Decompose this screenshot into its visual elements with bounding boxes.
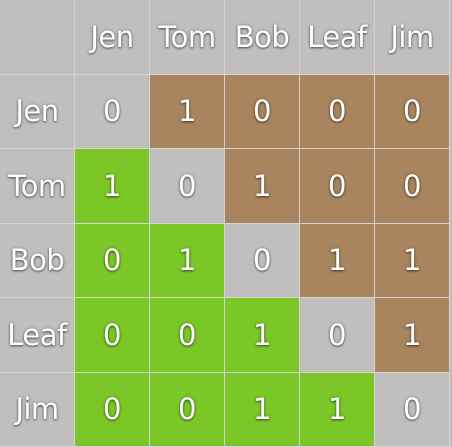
matrix-cell: 1 [375, 298, 450, 373]
matrix-cell: 0 [375, 149, 450, 224]
matrix-cell: 0 [75, 223, 150, 298]
row-header: Jim [0, 372, 75, 447]
matrix-cell: 0 [375, 74, 450, 149]
column-header: Jen [75, 0, 150, 75]
matrix-cell: 0 [300, 149, 375, 224]
matrix-corner [0, 0, 75, 75]
matrix-cell: 1 [75, 149, 150, 224]
matrix-cell: 1 [225, 298, 300, 373]
column-header: Tom [150, 0, 225, 75]
column-header: Leaf [300, 0, 375, 75]
matrix-cell: 1 [225, 149, 300, 224]
column-header: Bob [225, 0, 300, 75]
row-header: Bob [0, 223, 75, 298]
matrix-cell: 0 [225, 223, 300, 298]
row-header: Leaf [0, 298, 75, 373]
matrix-cell: 0 [75, 372, 150, 447]
matrix-cell: 1 [150, 74, 225, 149]
matrix-cell: 1 [375, 223, 450, 298]
matrix-cell: 0 [150, 372, 225, 447]
row-header: Jen [0, 74, 75, 149]
matrix-cell: 0 [75, 298, 150, 373]
matrix-cell: 0 [300, 298, 375, 373]
matrix-cell: 1 [150, 223, 225, 298]
matrix-cell: 0 [300, 74, 375, 149]
matrix-cell: 1 [300, 223, 375, 298]
adjacency-matrix: Jen Tom Bob Leaf Jim Jen 0 1 0 0 0 Tom 1 0 1 0 0 Bob 0 1 0 1 1… [0, 0, 452, 447]
column-header: Jim [375, 0, 450, 75]
matrix-cell: 0 [150, 298, 225, 373]
matrix-cell: 1 [300, 372, 375, 447]
matrix-cell: 0 [150, 149, 225, 224]
matrix-cell: 0 [225, 74, 300, 149]
matrix-cell: 0 [75, 74, 150, 149]
row-header: Tom [0, 149, 75, 224]
matrix-cell: 1 [225, 372, 300, 447]
matrix-cell: 0 [375, 372, 450, 447]
